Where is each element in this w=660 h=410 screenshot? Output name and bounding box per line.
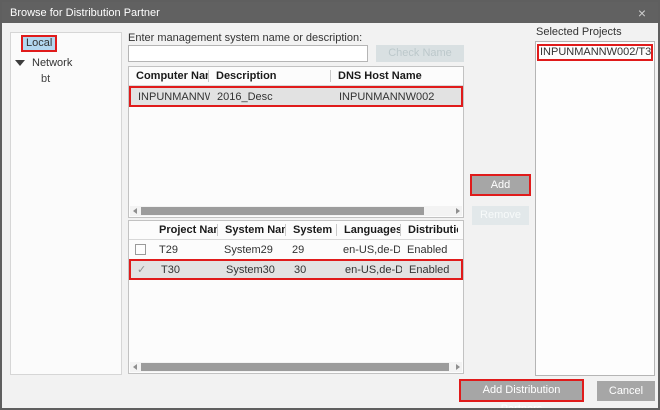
check-name-button[interactable]: Check Name [376, 45, 464, 62]
close-icon[interactable]: × [634, 6, 650, 20]
tree-item-network-label: Network [32, 57, 72, 69]
cell-system-id: 30 [287, 264, 338, 276]
expander-triangle-icon[interactable] [15, 60, 25, 66]
cell-system-name: System29 [217, 244, 285, 256]
cell-languages: en-US,de-DE [336, 244, 400, 256]
project-row-t29[interactable]: T29 System29 29 en-US,de-DE Enabled [129, 240, 463, 259]
scrollbar-track[interactable] [139, 363, 453, 371]
computer-row-selected[interactable]: INPUNMANNW002 2016_Desc INPUNMANNW002 [129, 86, 463, 107]
cell-system-id: 29 [285, 244, 336, 256]
projects-table: Project Name System Name System ID Langu… [128, 220, 464, 374]
cell-description: 2016_Desc [210, 91, 332, 103]
scrollbar-thumb[interactable] [141, 363, 449, 371]
checkbox-checked-icon[interactable]: ✓ [131, 263, 154, 276]
cell-computer-name: INPUNMANNW002 [131, 91, 210, 103]
tree-item-bt[interactable]: bt [41, 73, 50, 85]
column-header-dns-host-name[interactable]: DNS Host Name [330, 70, 463, 82]
cell-distribution: Enabled [402, 264, 460, 276]
scrollbar-track[interactable] [139, 207, 453, 215]
column-header-description[interactable]: Description [208, 70, 330, 82]
browse-distribution-partner-dialog: Browse for Distribution Partner × Local … [0, 0, 660, 410]
add-distribution-partners-button[interactable]: Add Distribution Partners [459, 379, 584, 402]
computers-table-header: Computer Name Description DNS Host Name [129, 67, 463, 86]
cell-project-name: T30 [154, 264, 219, 276]
project-row-t30-selected[interactable]: ✓ T30 System30 30 en-US,de-DE Enabled [129, 259, 463, 280]
management-system-input[interactable] [128, 45, 368, 62]
selected-project-item[interactable]: INPUNMANNW002/T30 [537, 44, 653, 61]
column-header-languages[interactable]: Languages [336, 224, 400, 236]
column-header-computer-name[interactable]: Computer Name [129, 70, 208, 82]
computers-table-hscrollbar[interactable] [130, 206, 462, 216]
computers-table: Computer Name Description DNS Host Name … [128, 66, 464, 218]
cell-languages: en-US,de-DE [338, 264, 402, 276]
scroll-right-icon[interactable] [453, 206, 462, 216]
cell-system-name: System30 [219, 264, 287, 276]
column-header-system-id[interactable]: System ID [285, 224, 336, 236]
location-tree-panel: Local Network bt [10, 32, 122, 375]
remove-button[interactable]: Remove [472, 206, 529, 225]
tree-item-local[interactable]: Local [21, 35, 57, 52]
cancel-button[interactable]: Cancel [597, 381, 655, 401]
cell-dns-host-name: INPUNMANNW002 [332, 91, 461, 103]
dialog-title: Browse for Distribution Partner [10, 7, 634, 19]
selected-projects-label: Selected Projects [536, 26, 622, 38]
add-button[interactable]: Add [470, 174, 531, 196]
title-bar: Browse for Distribution Partner × [2, 2, 658, 23]
column-header-system-name[interactable]: System Name [217, 224, 285, 236]
scrollbar-thumb[interactable] [141, 207, 424, 215]
projects-table-header: Project Name System Name System ID Langu… [129, 221, 463, 240]
cell-project-name: T29 [152, 244, 217, 256]
column-header-project-name[interactable]: Project Name [152, 224, 217, 236]
tree-item-network[interactable]: Network [15, 57, 72, 69]
column-header-distribution[interactable]: Distribution [400, 224, 458, 236]
scroll-left-icon[interactable] [130, 206, 139, 216]
selected-projects-listbox: INPUNMANNW002/T30 [535, 41, 655, 376]
checkbox-unchecked[interactable] [129, 244, 152, 255]
management-system-label: Enter management system name or descript… [128, 32, 362, 44]
cell-distribution: Enabled [400, 244, 458, 256]
scroll-right-icon[interactable] [453, 362, 462, 372]
scroll-left-icon[interactable] [130, 362, 139, 372]
projects-table-hscrollbar[interactable] [130, 362, 462, 372]
